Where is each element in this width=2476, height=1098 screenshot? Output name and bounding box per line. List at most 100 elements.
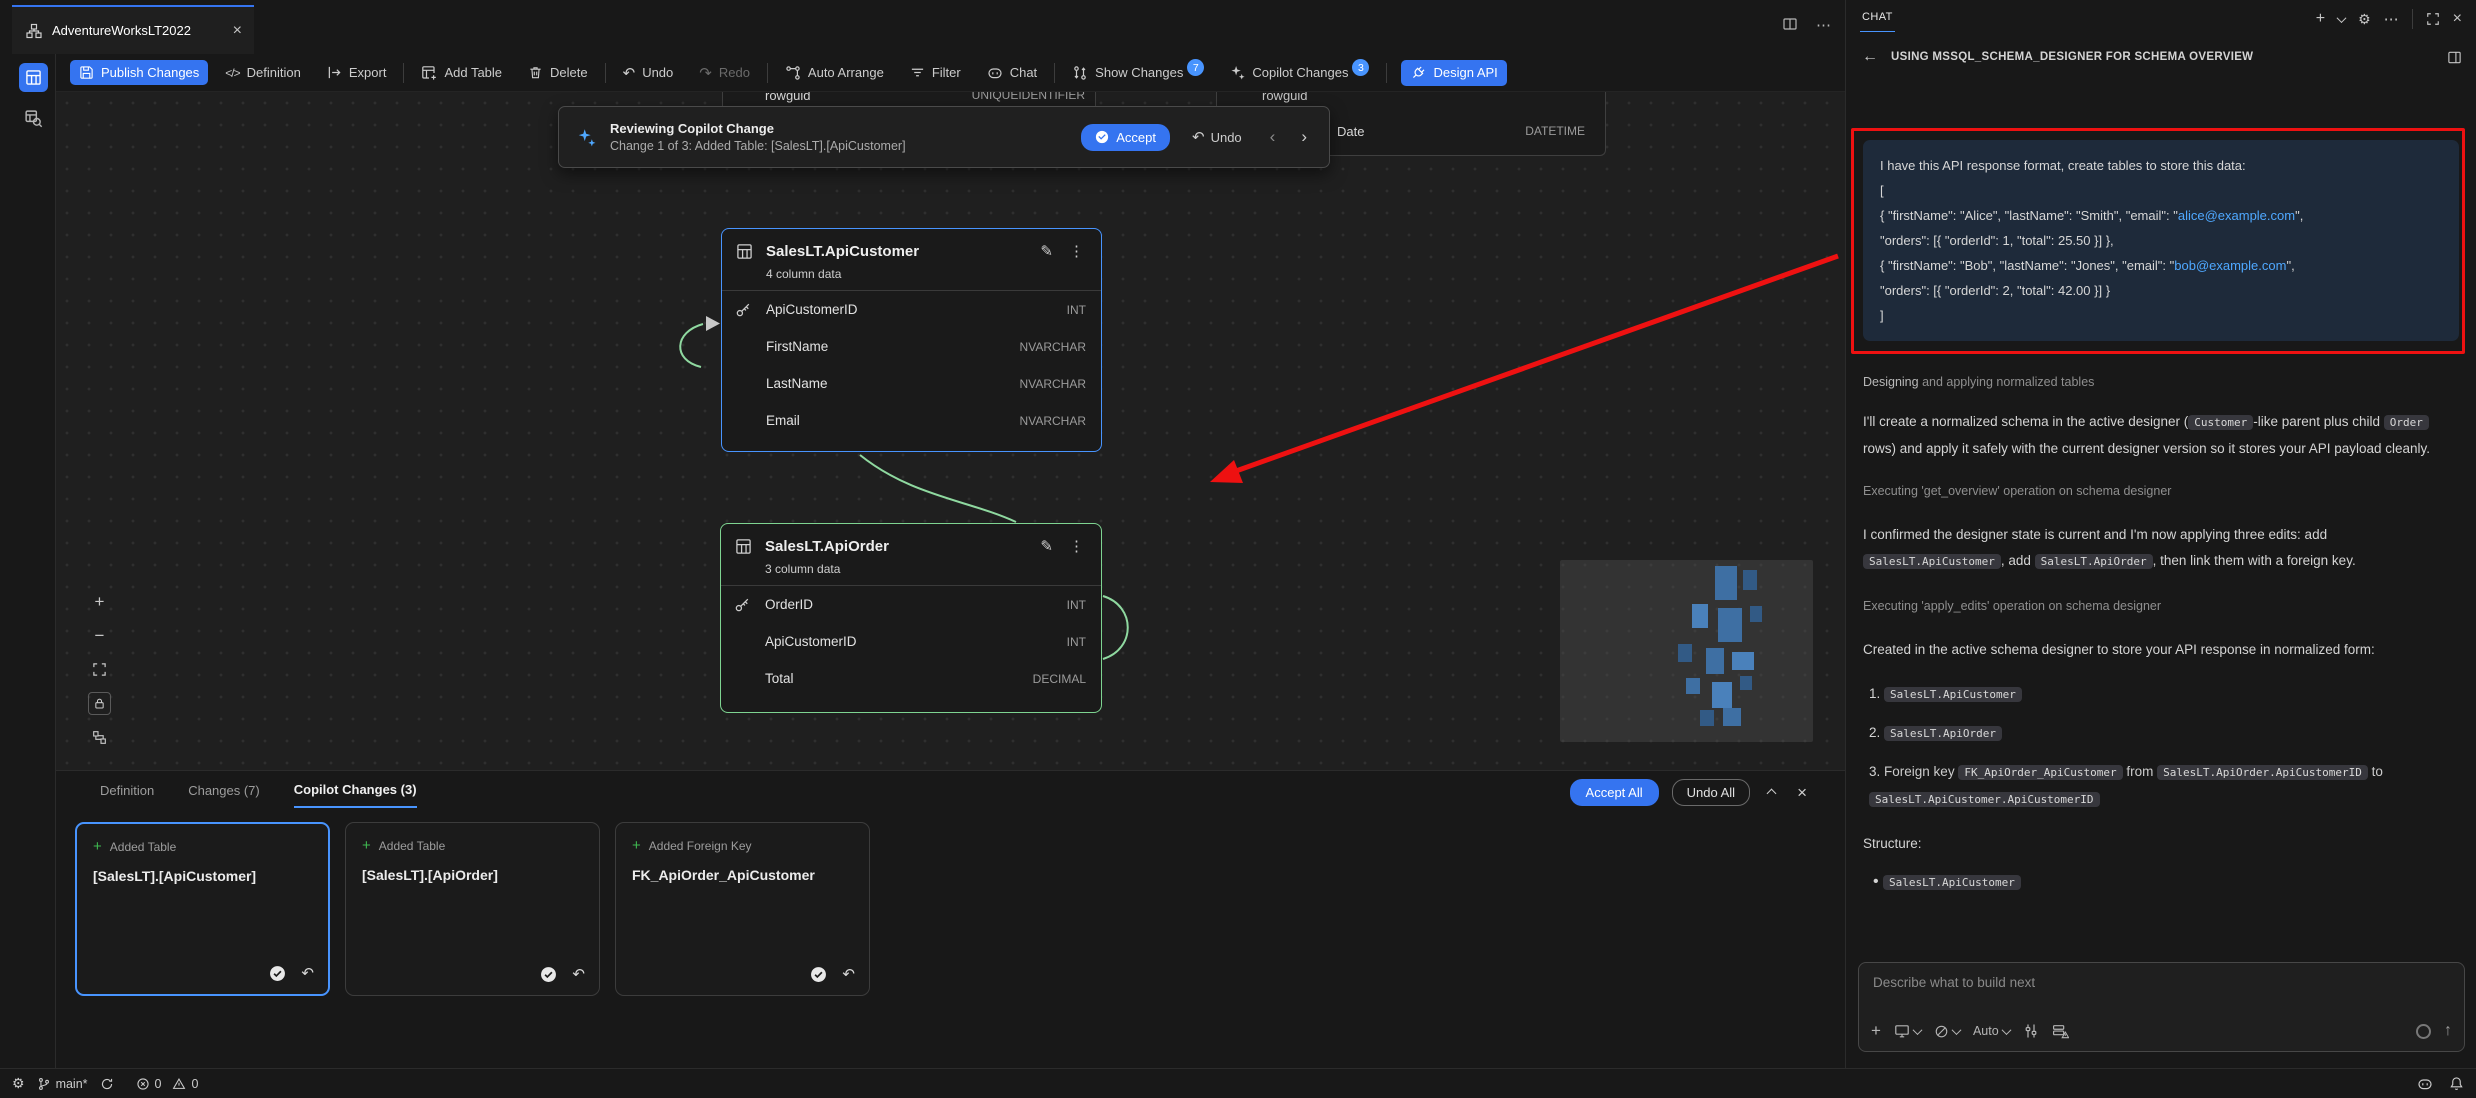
table-card-apiorder[interactable]: SalesLT.ApiOrder ✎ ⋮ 3 column data Order… bbox=[720, 523, 1102, 713]
back-icon[interactable]: ← bbox=[1862, 48, 1878, 66]
accept-change-icon[interactable] bbox=[810, 966, 827, 983]
schema-canvas[interactable]: rowguid UNIQUEIDENTIFIER rowguid Date DA… bbox=[56, 92, 1845, 770]
send-icon[interactable]: ↑ bbox=[2444, 1022, 2452, 1040]
change-card-apicustomer[interactable]: +Added Table [SalesLT].[ApiCustomer] ↶ bbox=[75, 822, 330, 996]
close-panel-icon[interactable]: × bbox=[1793, 783, 1811, 803]
branch-icon bbox=[37, 1077, 51, 1091]
undo-icon: ↶ bbox=[623, 64, 636, 82]
tab-definition[interactable]: Definition bbox=[100, 783, 154, 807]
undo-change-icon[interactable]: ↶ bbox=[301, 964, 314, 982]
redo-button[interactable]: ↷ Redo bbox=[690, 59, 759, 87]
undo-change-icon[interactable]: ↶ bbox=[572, 965, 585, 983]
toolbar-separator bbox=[767, 63, 768, 83]
chat-settings-gear-icon[interactable]: ⚙ bbox=[2358, 11, 2371, 28]
column-row[interactable]: FirstName NVARCHAR bbox=[722, 328, 1101, 365]
added-plus-icon: + bbox=[93, 838, 102, 855]
column-row[interactable]: LastName NVARCHAR bbox=[722, 365, 1101, 402]
open-in-editor-icon[interactable] bbox=[2447, 50, 2462, 65]
tab-close-icon[interactable]: × bbox=[233, 22, 242, 40]
editor-more-actions-icon[interactable]: ⋯ bbox=[1816, 16, 1831, 34]
table-menu-icon[interactable]: ⋮ bbox=[1066, 242, 1087, 260]
auto-arrange-button[interactable]: Auto Arrange bbox=[776, 60, 893, 86]
tab-copilot-changes[interactable]: Copilot Changes (3) bbox=[294, 782, 417, 808]
design-api-button[interactable]: Design API bbox=[1401, 60, 1506, 86]
publish-changes-button[interactable]: Publish Changes bbox=[70, 60, 208, 85]
tool-operation-status: Executing 'get_overview' operation on sc… bbox=[1863, 484, 2459, 498]
thinking-header[interactable]: Designing and applying normalized tables bbox=[1863, 375, 2459, 389]
definition-button[interactable]: </> Definition bbox=[216, 60, 310, 85]
copilot-changes-button[interactable]: Copilot Changes 3 bbox=[1221, 59, 1378, 86]
chat-panel-title[interactable]: CHAT bbox=[1860, 6, 1895, 32]
change-card-apiorder[interactable]: +Added Table [SalesLT].[ApiOrder] ↶ bbox=[345, 822, 600, 996]
email-link[interactable]: alice@example.com bbox=[2178, 208, 2295, 223]
new-chat-dropdown-icon[interactable] bbox=[2338, 10, 2345, 28]
model-picker[interactable]: Auto bbox=[1973, 1024, 2010, 1038]
mode-picker[interactable] bbox=[1934, 1024, 1960, 1039]
copilot-status-icon[interactable] bbox=[2417, 1076, 2433, 1092]
screen-context-picker[interactable] bbox=[1894, 1023, 1921, 1039]
chat-input-field[interactable] bbox=[1859, 963, 2464, 1005]
email-link[interactable]: bob@example.com bbox=[2174, 258, 2286, 273]
new-chat-icon[interactable]: + bbox=[2316, 10, 2325, 28]
maximize-chat-icon[interactable] bbox=[2426, 12, 2440, 26]
show-changes-button[interactable]: Show Changes 7 bbox=[1063, 59, 1213, 86]
accept-change-icon[interactable] bbox=[269, 965, 286, 982]
lock-position-button[interactable] bbox=[88, 692, 111, 715]
column-row[interactable]: Email NVARCHAR bbox=[722, 402, 1101, 439]
close-chat-icon[interactable]: × bbox=[2453, 10, 2462, 28]
accept-change-button[interactable]: Accept bbox=[1081, 124, 1170, 151]
export-button[interactable]: Export bbox=[318, 60, 396, 85]
notifications-bell-icon[interactable] bbox=[2449, 1076, 2464, 1091]
layout-flow-button[interactable] bbox=[88, 726, 111, 749]
undo-all-button[interactable]: Undo All bbox=[1672, 779, 1750, 806]
column-row[interactable]: Total DECIMAL bbox=[721, 660, 1101, 697]
zoom-in-button[interactable]: + bbox=[88, 590, 111, 613]
chat-input-box[interactable]: + Auto bbox=[1858, 962, 2465, 1052]
filter-button[interactable]: Filter bbox=[901, 60, 970, 85]
fit-to-screen-button[interactable] bbox=[88, 658, 111, 681]
configure-tools-icon[interactable] bbox=[2023, 1023, 2039, 1039]
git-branch-indicator[interactable]: main* bbox=[31, 1069, 94, 1098]
change-card-foreign-key[interactable]: +Added Foreign Key FK_ApiOrder_ApiCustom… bbox=[615, 822, 870, 996]
add-context-icon[interactable]: + bbox=[1871, 1021, 1881, 1041]
column-row[interactable]: OrderID INT bbox=[721, 586, 1101, 623]
next-change-icon[interactable]: › bbox=[1295, 127, 1313, 147]
schema-diagram-view-button[interactable] bbox=[19, 63, 48, 92]
collapse-panel-icon[interactable] bbox=[1763, 784, 1780, 802]
column-row[interactable]: ApiCustomerID INT bbox=[722, 291, 1101, 328]
find-tables-button[interactable] bbox=[19, 104, 48, 133]
minimap-node bbox=[1686, 678, 1700, 694]
problems-indicator[interactable]: 0 0 bbox=[130, 1069, 205, 1098]
split-editor-icon[interactable] bbox=[1782, 16, 1798, 32]
minimap[interactable] bbox=[1560, 560, 1813, 742]
table-grid-icon bbox=[25, 69, 42, 86]
undo-change-icon[interactable]: ↶ bbox=[842, 965, 855, 983]
table-card-apicustomer[interactable]: SalesLT.ApiCustomer ✎ ⋮ 4 column data Ap… bbox=[721, 228, 1102, 452]
accept-all-button[interactable]: Accept All bbox=[1570, 779, 1659, 806]
previous-change-icon[interactable]: ‹ bbox=[1264, 127, 1282, 147]
table-menu-icon[interactable]: ⋮ bbox=[1066, 537, 1087, 555]
mcp-server-warning-icon[interactable] bbox=[2052, 1023, 2069, 1040]
assistant-paragraph: I'll create a normalized schema in the a… bbox=[1863, 409, 2459, 462]
undo-button[interactable]: ↶ Undo bbox=[614, 59, 683, 87]
chat-button[interactable]: Chat bbox=[978, 60, 1046, 86]
accept-change-icon[interactable] bbox=[540, 966, 557, 983]
manage-gear-icon[interactable]: ⚙ bbox=[6, 1069, 31, 1098]
add-table-button[interactable]: Add Table bbox=[412, 60, 511, 86]
column-row[interactable]: ApiCustomerID INT bbox=[721, 623, 1101, 660]
code-chip: Customer bbox=[2188, 415, 2253, 430]
minimap-node bbox=[1692, 604, 1708, 628]
delete-button[interactable]: Delete bbox=[519, 60, 597, 85]
assistant-paragraph: Created in the active schema designer to… bbox=[1863, 637, 2459, 663]
code-chip: SalesLT.ApiCustomer bbox=[1883, 875, 2021, 890]
tab-adventureworks[interactable]: AdventureWorksLT2022 × bbox=[12, 5, 254, 54]
undo-change-button[interactable]: ↶ Undo bbox=[1184, 122, 1250, 152]
chat-more-actions-icon[interactable]: ⋯ bbox=[2384, 10, 2399, 28]
tab-changes[interactable]: Changes (7) bbox=[188, 783, 260, 807]
chat-label: Chat bbox=[1010, 65, 1037, 80]
edit-table-icon[interactable]: ✎ bbox=[1040, 242, 1053, 260]
sync-changes-button[interactable] bbox=[94, 1069, 120, 1098]
zoom-out-button[interactable]: − bbox=[88, 624, 111, 647]
copilot-changes-label: Copilot Changes bbox=[1252, 65, 1348, 80]
edit-table-icon[interactable]: ✎ bbox=[1040, 537, 1053, 555]
